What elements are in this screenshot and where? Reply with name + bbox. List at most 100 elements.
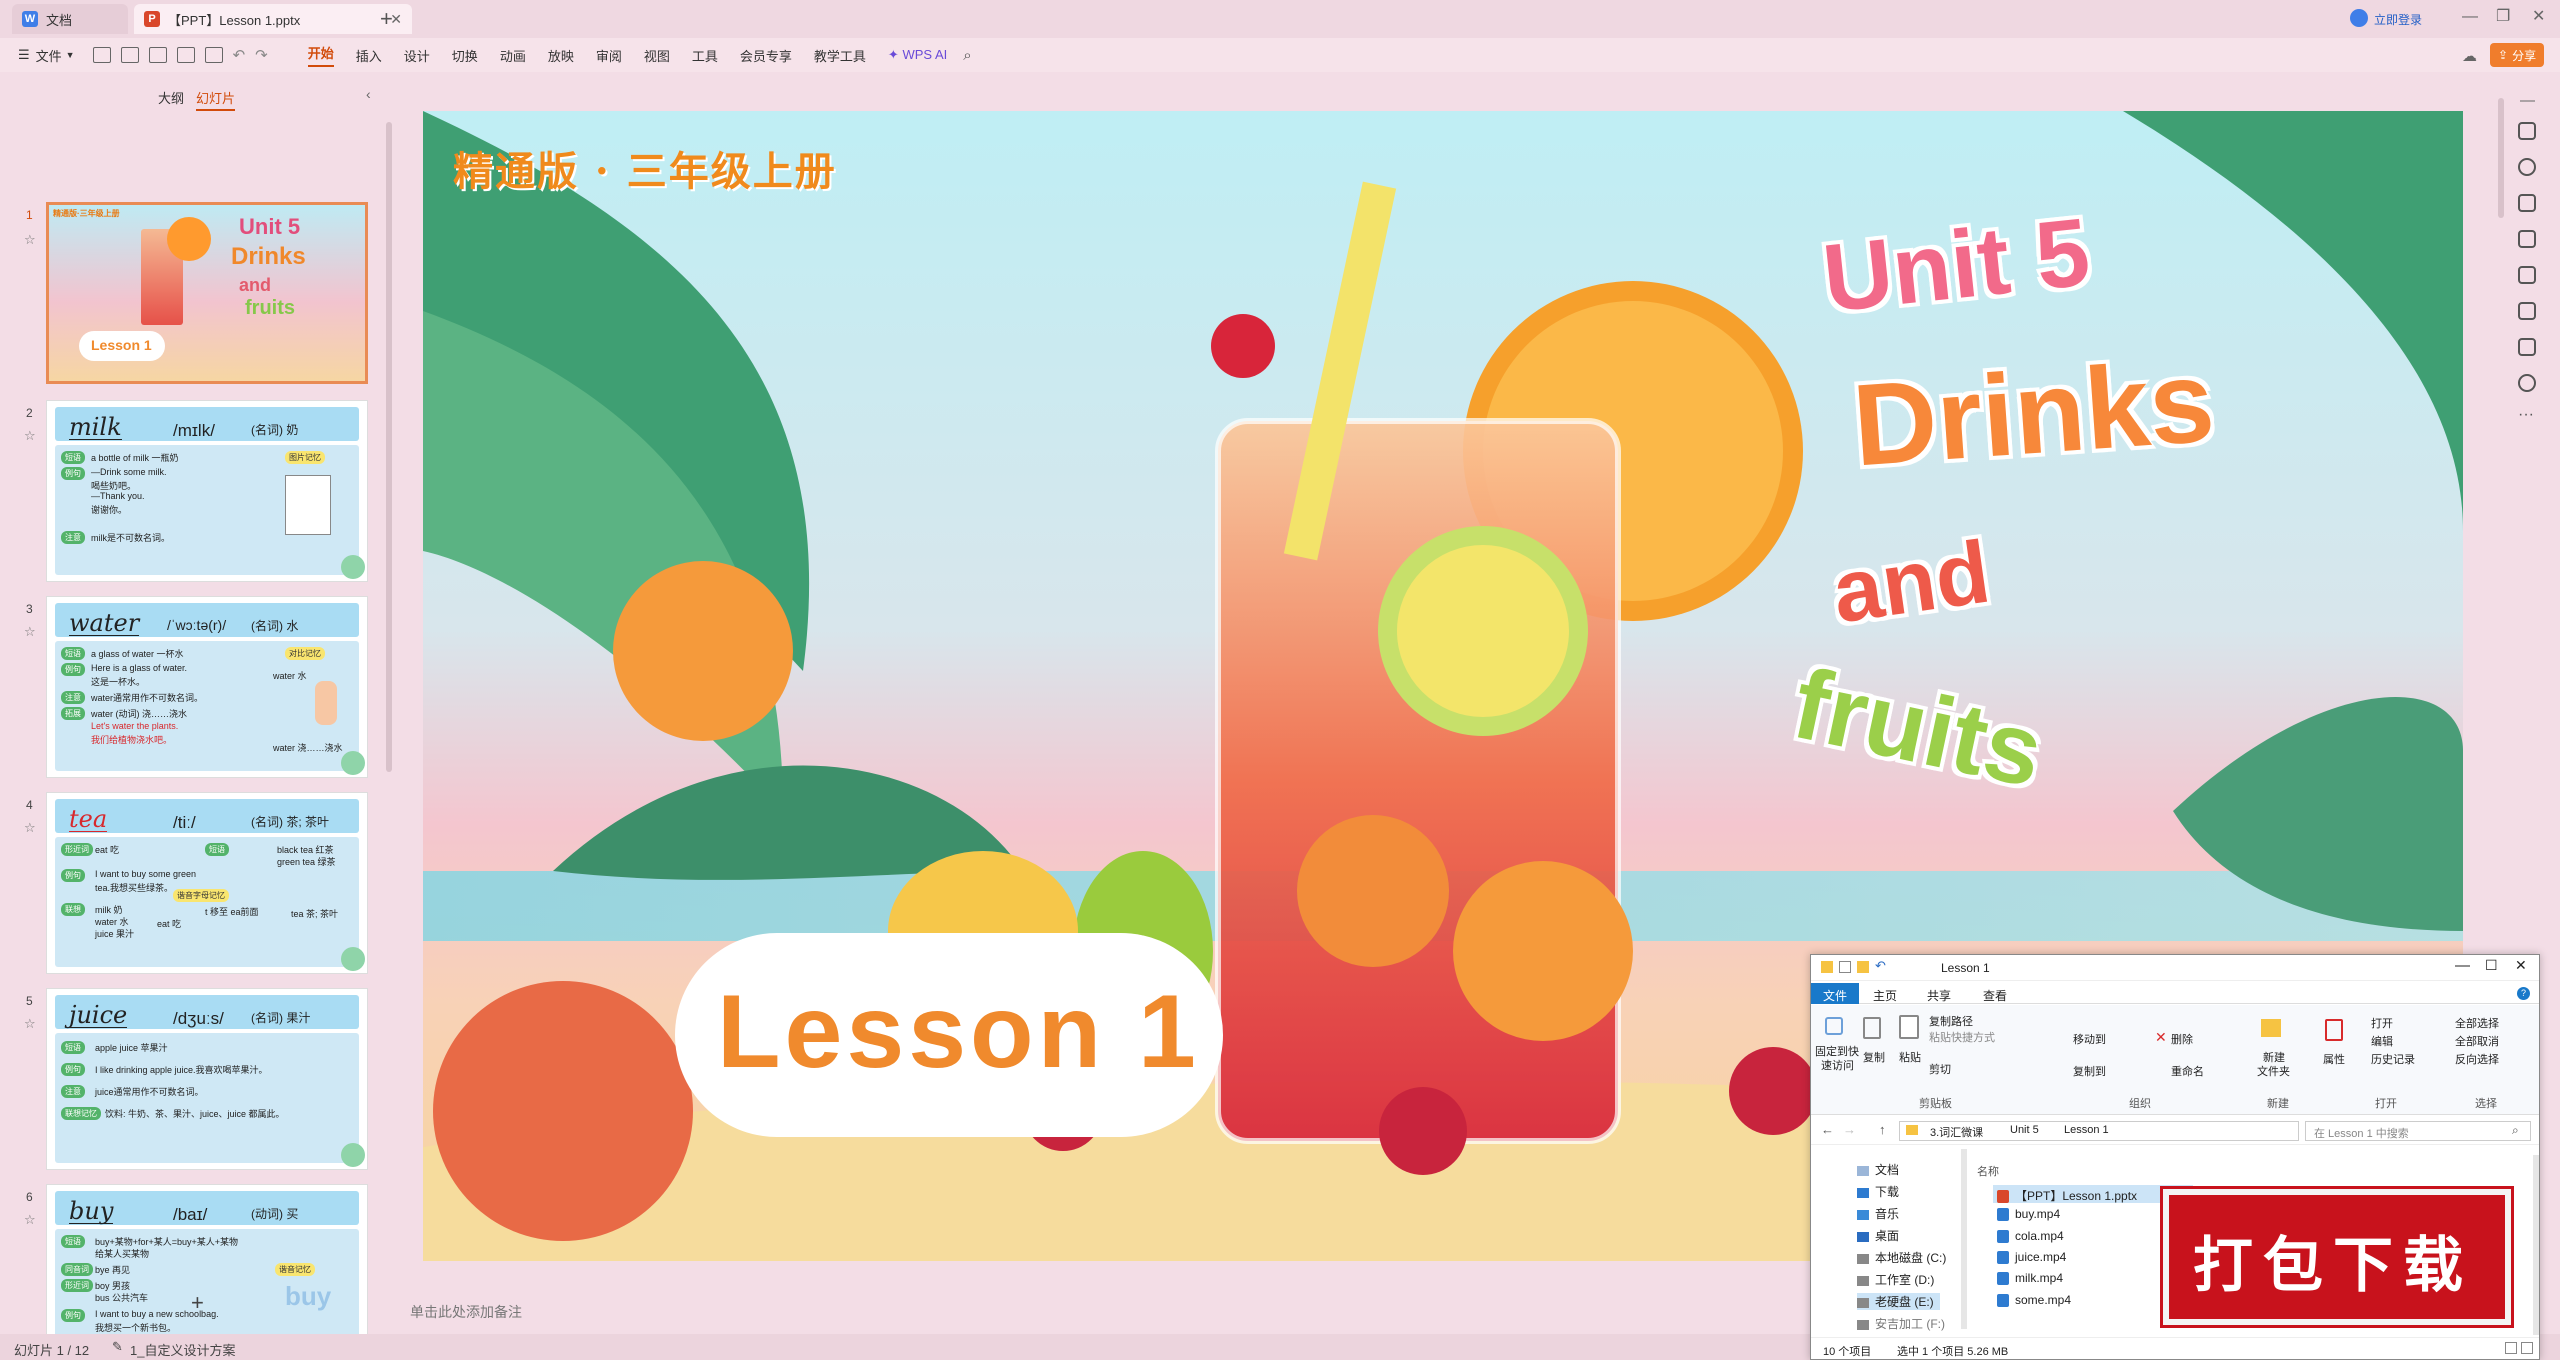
close-icon[interactable]: ✕	[2515, 957, 2527, 974]
help-icon[interactable]	[2518, 374, 2536, 392]
star-icon[interactable]: ☆	[24, 624, 36, 640]
column-header-name[interactable]: 名称	[1977, 1163, 1999, 1179]
star-icon[interactable]: ☆	[24, 1212, 36, 1228]
lesson-pill[interactable]: Lesson 1	[675, 933, 1223, 1137]
up-icon[interactable]: ↑	[1879, 1122, 1886, 1137]
drinks-title[interactable]: Drinks	[1849, 334, 2218, 493]
ribbon-tab-view[interactable]: 查看	[1983, 987, 2007, 1004]
settings-icon[interactable]	[2518, 122, 2536, 140]
share-button[interactable]: ⇪ 分享	[2490, 43, 2545, 67]
undo-icon[interactable]: ↶	[1875, 958, 1886, 974]
add-slide-button[interactable]: +	[191, 1290, 204, 1316]
wps-ai-button[interactable]: ✦ WPS AI	[888, 47, 947, 63]
nav-item[interactable]: 本地磁盘 (C:)	[1857, 1249, 1946, 1266]
ribbon-tab-home[interactable]: 主页	[1873, 987, 1897, 1004]
file-row[interactable]: cola.mp4	[1997, 1229, 2064, 1244]
file-row[interactable]: 【PPT】Lesson 1.pptx	[1997, 1187, 2137, 1204]
canvas-scrollbar[interactable]	[2498, 98, 2504, 218]
edit-button[interactable]: 编辑	[2371, 1033, 2393, 1049]
nav-item[interactable]: 老硬盘 (E:)	[1857, 1293, 1940, 1310]
rename-button[interactable]: 重命名	[2171, 1063, 2204, 1079]
thumbnail-slide-6[interactable]: buy /baɪ/ (动词) 买 短语 buy+某物+for+某人=buy+某人…	[46, 1184, 368, 1348]
tab-ppt-file[interactable]: P 【PPT】Lesson 1.pptx ✕	[134, 4, 412, 34]
star-icon[interactable]: ☆	[24, 1016, 36, 1032]
close-window-icon[interactable]: ✕	[2532, 6, 2545, 26]
file-row[interactable]: juice.mp4	[1997, 1250, 2066, 1265]
thumbnail-slide-2[interactable]: milk /mɪlk/ (名词) 奶 短语 a bottle of milk 一…	[46, 400, 368, 582]
paste-shortcut-button[interactable]: 粘贴快捷方式	[1929, 1029, 1995, 1045]
select-none-button[interactable]: 全部取消	[2455, 1033, 2499, 1049]
export-icon[interactable]	[120, 47, 139, 63]
edition-title[interactable]: 精通版 · 三年级上册	[453, 139, 837, 197]
menu-insert[interactable]: 插入	[356, 46, 382, 65]
help-icon[interactable]: ?	[2517, 987, 2530, 1000]
file-row[interactable]: buy.mp4	[1997, 1207, 2060, 1222]
breadcrumb-item[interactable]: Unit 5	[2010, 1124, 2039, 1136]
tab-slides[interactable]: 幻灯片	[196, 88, 236, 111]
paste-icon[interactable]	[1899, 1015, 1919, 1039]
new-folder-icon[interactable]	[1857, 961, 1869, 973]
magic-icon[interactable]	[2518, 266, 2536, 284]
format-painter-icon[interactable]	[204, 47, 223, 63]
search-icon[interactable]: ⌕	[963, 47, 971, 64]
nav-item[interactable]: 下载	[1857, 1183, 1899, 1200]
menu-teaching-tools[interactable]: 教学工具	[814, 46, 866, 65]
cloud-sync-icon[interactable]: ☁	[2462, 47, 2477, 65]
breadcrumb-item[interactable]: Lesson 1	[2064, 1124, 2109, 1136]
cut-button[interactable]: 剪切	[1929, 1061, 1951, 1077]
preview-icon[interactable]	[176, 47, 195, 63]
move-to-button[interactable]: 移动到	[2073, 1031, 2106, 1047]
invert-selection-button[interactable]: 反向选择	[2455, 1051, 2499, 1067]
ribbon-tab-share[interactable]: 共享	[1927, 987, 1951, 1004]
more-icon[interactable]: ···	[2518, 406, 2534, 424]
tab-outline[interactable]: 大纲	[158, 88, 184, 107]
properties-icon[interactable]	[2325, 1019, 2343, 1041]
shape-icon[interactable]	[2518, 230, 2536, 248]
star-icon[interactable]: ☆	[24, 232, 36, 248]
nav-item[interactable]: 工作室 (D:)	[1857, 1271, 1934, 1288]
login-link[interactable]: 立即登录	[2374, 11, 2422, 28]
maximize-icon[interactable]: ☐	[2485, 957, 2498, 974]
menu-home[interactable]: 开始	[307, 43, 334, 67]
details-view-icon[interactable]	[2505, 1342, 2517, 1354]
new-tab-icon[interactable]: +	[380, 6, 393, 32]
copy-icon[interactable]	[2518, 194, 2536, 212]
menu-view[interactable]: 视图	[644, 46, 670, 65]
address-input[interactable]: 3.词汇微课 Unit 5 Lesson 1	[1899, 1121, 2299, 1141]
copy-path-button[interactable]: 复制路径	[1929, 1013, 1973, 1029]
and-title[interactable]: and	[1827, 521, 1996, 644]
thumbnail-view-icon[interactable]	[2521, 1342, 2533, 1354]
maximize-icon[interactable]: ❐	[2496, 6, 2510, 26]
menu-transition[interactable]: 切换	[452, 46, 478, 65]
copy-to-button[interactable]: 复制到	[2073, 1063, 2106, 1079]
nav-item[interactable]: 桌面	[1857, 1227, 1899, 1244]
minimize-icon[interactable]: —	[2462, 8, 2478, 26]
menu-animation[interactable]: 动画	[500, 46, 526, 65]
save-icon[interactable]	[92, 47, 111, 63]
menu-member[interactable]: 会员专享	[740, 46, 792, 65]
thumbnail-slide-5[interactable]: juice /dʒuːs/ (名词) 果汁 短语 apple juice 苹果汁…	[46, 988, 368, 1170]
template-icon[interactable]	[2518, 338, 2536, 356]
notes-placeholder[interactable]: 单击此处添加备注	[410, 1302, 522, 1322]
file-list-scrollbar[interactable]	[2533, 1155, 2539, 1335]
undo-icon[interactable]: ↶	[233, 46, 246, 64]
history-button[interactable]: 历史记录	[2371, 1051, 2415, 1067]
nav-item[interactable]: 文档	[1857, 1161, 1899, 1178]
nav-scrollbar[interactable]	[1961, 1149, 1967, 1329]
properties-icon[interactable]	[1839, 961, 1851, 973]
redo-icon[interactable]: ↷	[255, 46, 268, 64]
back-icon[interactable]: ←	[1821, 1122, 1834, 1137]
file-explorer-window[interactable]: ↶ Lesson 1 — ☐ ✕ 文件 主页 共享 查看 ? 固定到快 速访问 …	[1810, 954, 2540, 1360]
pin-icon[interactable]	[1825, 1017, 1843, 1035]
open-button[interactable]: 打开	[2371, 1015, 2393, 1031]
template-name[interactable]: 1_自定义设计方案	[130, 1340, 235, 1359]
new-folder-icon[interactable]	[2261, 1019, 2281, 1037]
file-row[interactable]: milk.mp4	[1997, 1271, 2063, 1286]
minimize-icon[interactable]: —	[2455, 957, 2470, 974]
collapse-panel-icon[interactable]: ‹	[366, 86, 371, 102]
star-icon[interactable]	[2518, 158, 2536, 176]
layout-icon[interactable]	[2518, 302, 2536, 320]
file-menu[interactable]: 文件	[36, 46, 62, 65]
nav-item[interactable]: 安吉加工 (F:)	[1857, 1315, 1945, 1332]
menu-slideshow[interactable]: 放映	[548, 46, 574, 65]
